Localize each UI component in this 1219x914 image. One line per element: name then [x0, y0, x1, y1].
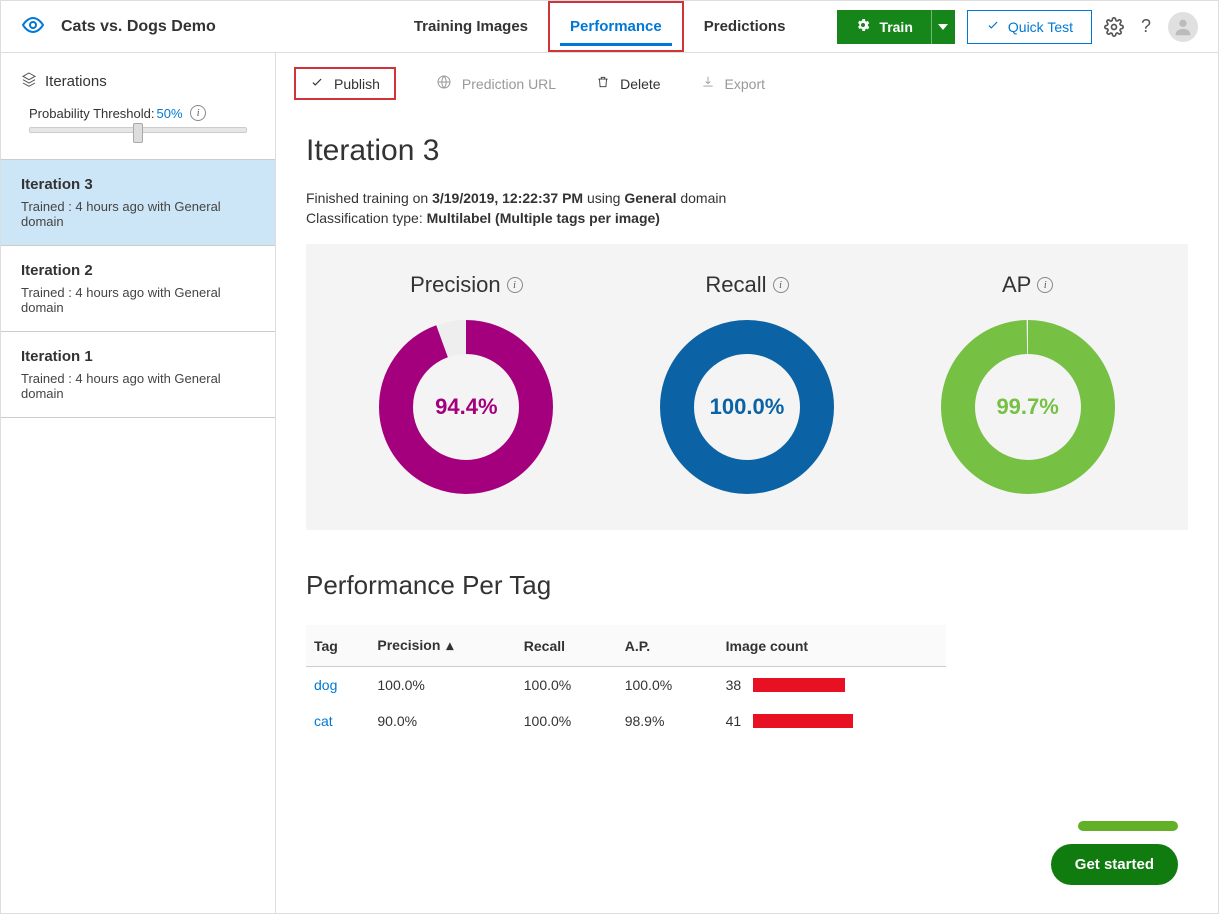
iteration-item[interactable]: Iteration 1 Trained : 4 hours ago with Ge…	[1, 331, 275, 418]
count-bar	[753, 714, 853, 728]
publish-label: Publish	[334, 76, 380, 92]
threshold-control: Probability Threshold: 50% i	[1, 101, 275, 159]
export-button[interactable]: Export	[701, 75, 765, 92]
get-started-button[interactable]: Get started	[1051, 844, 1178, 885]
tab-performance[interactable]: Performance	[548, 1, 684, 52]
recall-label: Recall	[705, 272, 766, 298]
delete-button[interactable]: Delete	[596, 75, 660, 92]
cell-count: 41	[726, 713, 938, 729]
iteration-list: Iteration 3 Trained : 4 hours ago with Ge…	[1, 159, 275, 418]
precision-donut: 94.4%	[371, 312, 561, 502]
cell-count: 38	[726, 677, 938, 693]
globe-icon	[436, 74, 452, 93]
cell-ap: 98.9%	[617, 703, 718, 739]
prediction-url-label: Prediction URL	[462, 76, 556, 92]
settings-gear-icon[interactable]	[1104, 17, 1124, 37]
cell-recall: 100.0%	[516, 703, 617, 739]
delete-label: Delete	[620, 76, 660, 92]
threshold-slider[interactable]	[29, 127, 247, 139]
threshold-label: Probability Threshold:	[29, 106, 155, 121]
precision-label: Precision	[410, 272, 500, 298]
info-icon[interactable]: i	[507, 277, 523, 293]
iterations-header: Iterations	[1, 53, 275, 101]
table-row: cat 90.0%100.0%98.9% 41	[306, 703, 946, 739]
iteration-item[interactable]: Iteration 3 Trained : 4 hours ago with Ge…	[1, 159, 275, 245]
metric-value: 99.7%	[933, 312, 1123, 502]
checkmark-icon	[986, 18, 1000, 35]
tab-predictions[interactable]: Predictions	[684, 1, 806, 52]
user-avatar[interactable]	[1168, 12, 1198, 42]
iteration-item-title: Iteration 2	[21, 262, 255, 279]
decorative-pill	[1078, 821, 1178, 831]
metric-value: 100.0%	[652, 312, 842, 502]
iteration-item-subtitle: Trained : 4 hours ago with General domai…	[21, 285, 255, 315]
main-content: Publish Prediction URL Delete Export Ite…	[276, 53, 1218, 913]
cell-ap: 100.0%	[617, 667, 718, 704]
performance-table: Tag Precision▴ Recall A.P. Image count d…	[306, 625, 946, 739]
app-header: Cats vs. Dogs Demo Training Images Perfo…	[1, 1, 1218, 53]
col-image-count[interactable]: Image count	[718, 625, 946, 667]
quick-test-button[interactable]: Quick Test	[967, 10, 1092, 44]
ap-metric: AP i 99.7%	[933, 272, 1123, 502]
recall-metric: Recalli 100.0%	[652, 272, 842, 502]
tab-training-images[interactable]: Training Images	[394, 1, 548, 52]
publish-button[interactable]: Publish	[294, 67, 396, 100]
prediction-url-button[interactable]: Prediction URL	[436, 74, 556, 93]
train-dropdown-toggle[interactable]	[931, 10, 955, 44]
info-icon[interactable]: i	[773, 277, 789, 293]
custom-vision-logo-icon	[21, 13, 45, 40]
col-precision[interactable]: Precision▴	[369, 625, 515, 667]
ap-donut: 99.7%	[933, 312, 1123, 502]
precision-metric: Precision i 94.4%	[371, 272, 561, 502]
col-recall[interactable]: Recall	[516, 625, 617, 667]
help-icon[interactable]: ?	[1136, 17, 1156, 37]
table-row: dog100.0%100.0%100.0%38	[306, 667, 946, 704]
download-icon	[701, 75, 715, 92]
quick-test-label: Quick Test	[1008, 19, 1073, 35]
project-title: Cats vs. Dogs Demo	[61, 18, 216, 36]
count-bar	[753, 678, 845, 692]
iteration-item-title: Iteration 1	[21, 348, 255, 365]
ap-label: AP	[1002, 272, 1031, 298]
tag-link[interactable]: dog	[314, 677, 337, 693]
metric-value: 94.4%	[371, 312, 561, 502]
iteration-item[interactable]: Iteration 2 Trained : 4 hours ago with Ge…	[1, 245, 275, 331]
train-button-label: Train	[879, 19, 912, 35]
iteration-title: Iteration 3	[306, 134, 1188, 168]
cell-precision: 100.0%	[369, 667, 515, 704]
iterations-label: Iterations	[45, 73, 107, 90]
performance-per-tag-heading: Performance Per Tag	[306, 570, 1188, 601]
iteration-item-title: Iteration 3	[21, 176, 255, 193]
train-button[interactable]: Train	[837, 10, 954, 44]
checkmark-icon	[310, 75, 324, 92]
nav-tabs: Training Images Performance Predictions	[394, 1, 806, 52]
tag-link[interactable]: cat	[314, 713, 333, 729]
iteration-toolbar: Publish Prediction URL Delete Export	[276, 53, 1218, 110]
recall-donut: 100.0%	[652, 312, 842, 502]
gears-icon	[855, 17, 871, 36]
metrics-panel: Precisioni 94.4% Recalli 100.0% APi 99.7…	[306, 244, 1188, 530]
export-label: Export	[725, 76, 765, 92]
iteration-item-subtitle: Trained : 4 hours ago with General domai…	[21, 371, 255, 401]
info-icon[interactable]: i	[190, 105, 206, 121]
sidebar: Iterations Probability Threshold: 50% i …	[1, 53, 276, 913]
info-icon[interactable]: i	[1037, 277, 1053, 293]
classification-type-line: Classification type: Multilabel (Multipl…	[306, 210, 1188, 226]
layers-icon	[21, 71, 37, 91]
cell-recall: 100.0%	[516, 667, 617, 704]
cell-precision: 90.0%	[369, 703, 515, 739]
col-tag[interactable]: Tag	[306, 625, 369, 667]
sort-asc-icon: ▴	[446, 637, 453, 653]
training-finished-line: Finished training on 3/19/2019, 12:22:37…	[306, 190, 1188, 206]
threshold-value: 50%	[157, 106, 183, 121]
iteration-item-subtitle: Trained : 4 hours ago with General domai…	[21, 199, 255, 229]
trash-icon	[596, 75, 610, 92]
col-ap[interactable]: A.P.	[617, 625, 718, 667]
